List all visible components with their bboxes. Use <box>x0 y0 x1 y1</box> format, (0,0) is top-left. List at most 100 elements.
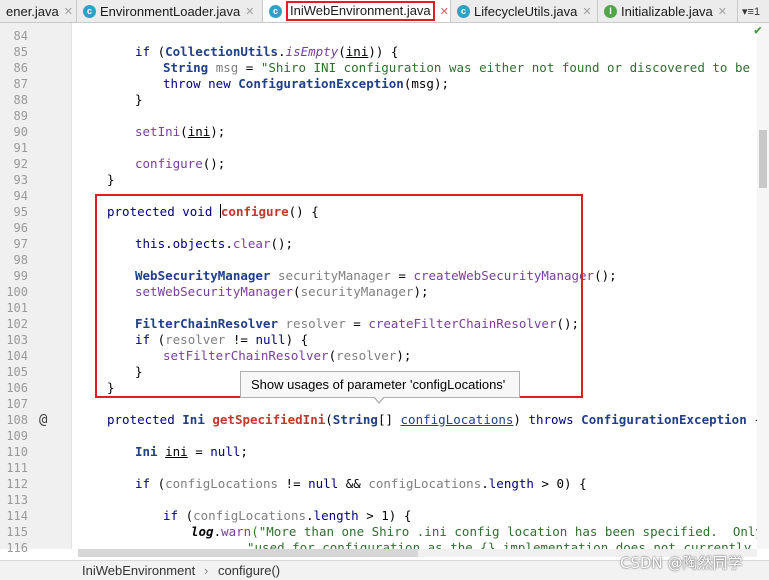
line-number: 108 <box>6 413 28 427</box>
log-field: log <box>191 524 214 539</box>
tab-initializable[interactable]: I Initializable.java ✕ <box>598 0 738 22</box>
code-editor[interactable]: if (CollectionUtils.isEmpty(ini)) { Stri… <box>72 23 757 549</box>
breadcrumb-method[interactable]: configure() <box>218 563 280 578</box>
line-number: 96 <box>13 221 28 235</box>
method-declaration: configure <box>220 204 289 219</box>
line-number: 109 <box>6 429 28 443</box>
tab-listener[interactable]: ener.java ✕ <box>0 0 77 22</box>
punct: = <box>238 60 261 75</box>
usages-tooltip[interactable]: Show usages of parameter 'configLocation… <box>240 371 520 398</box>
punct: ); <box>210 124 226 139</box>
code-line: FilterChainResolver resolver = createFil… <box>135 316 579 332</box>
implements-marker-icon[interactable]: @ <box>39 412 47 428</box>
method-name: configure <box>135 156 203 171</box>
line-number: 101 <box>6 301 28 315</box>
punct: [] <box>377 412 401 427</box>
method-declaration: getSpecifiedIni <box>212 412 326 427</box>
type-name: ConfigurationException <box>238 76 404 91</box>
punct: ); <box>413 284 429 299</box>
line-number: 107 <box>6 397 28 411</box>
line-number: 102 <box>6 317 28 331</box>
keyword: if <box>135 44 151 59</box>
line-number: 100 <box>6 285 28 299</box>
interface-icon: I <box>604 4 617 18</box>
variable: securityManager <box>300 284 414 299</box>
code-line: String msg = "Shiro INI configuration wa… <box>163 60 757 76</box>
code-line: configure(); <box>135 156 225 172</box>
variable: msg <box>215 60 239 75</box>
punct: ( <box>293 284 301 299</box>
code-line: protected Ini getSpecifiedIni(String[] c… <box>107 412 757 428</box>
code-line: } <box>135 364 143 379</box>
variable: resolver <box>285 316 346 331</box>
method-name: setWebSecurityManager <box>135 284 294 299</box>
line-number: 98 <box>13 253 28 267</box>
line-number: 85 <box>13 45 28 59</box>
tab-label: EnvironmentLoader.java <box>100 3 241 19</box>
class-icon: c <box>83 4 96 18</box>
punct: ( <box>338 44 346 59</box>
code-line: } <box>107 380 115 395</box>
punct: . <box>481 476 489 491</box>
punct: (msg); <box>403 76 449 91</box>
keyword: this <box>135 236 166 251</box>
variable: configLocations <box>165 476 279 491</box>
punct: (); <box>594 268 617 283</box>
keyword: if <box>163 508 179 523</box>
type-name: String <box>332 412 378 427</box>
code-line: Ini ini = null; <box>135 444 248 460</box>
code-line: protected void configure() { <box>107 204 319 220</box>
line-number: 104 <box>6 349 28 363</box>
code-line: this.objects.clear(); <box>135 236 293 252</box>
type-name: String <box>163 60 209 75</box>
code-line: setIni(ini); <box>135 124 225 140</box>
type-name: Ini <box>135 444 158 459</box>
punct: ( <box>150 476 166 491</box>
keyword: throws <box>528 412 582 427</box>
line-number: 95 <box>13 205 28 219</box>
no-errors-check-icon[interactable]: ✔ <box>754 23 762 38</box>
punct: )) { <box>368 44 399 59</box>
tab-list-menu-button[interactable]: ▾≡1 <box>738 0 764 22</box>
line-number: 92 <box>13 157 28 171</box>
line-number: 106 <box>6 381 28 395</box>
code-line: log.warn("More than one Shiro .ini confi… <box>191 524 757 540</box>
vertical-scrollbar-thumb[interactable] <box>759 130 767 188</box>
close-icon[interactable]: ✕ <box>440 5 449 18</box>
line-number: 93 <box>13 173 28 187</box>
line-number: 110 <box>6 445 28 459</box>
punct: != <box>225 332 256 347</box>
line-number: 89 <box>13 109 28 123</box>
close-icon[interactable]: ✕ <box>582 5 591 18</box>
code-line: } <box>107 172 115 187</box>
punct: . <box>165 236 173 251</box>
type-name: Ini <box>182 412 205 427</box>
string-literal: "Shiro INI configuration was either not … <box>260 60 751 75</box>
tab-ini-web-environment[interactable]: c IniWebEnvironment.java ✕ <box>263 0 451 22</box>
variable: ini <box>165 444 188 459</box>
close-icon[interactable]: ✕ <box>718 5 727 18</box>
tab-lifecycle-utils[interactable]: c LifecycleUtils.java ✕ <box>451 0 598 22</box>
line-number: 94 <box>13 189 28 203</box>
punct: ) <box>513 412 529 427</box>
parameter-link[interactable]: configLocations <box>401 412 514 427</box>
punct: ( <box>180 124 188 139</box>
punct: { <box>747 412 757 427</box>
punct: . <box>225 236 233 251</box>
breadcrumb-class[interactable]: IniWebEnvironment <box>82 563 195 578</box>
variable: securityManager <box>278 268 391 283</box>
punct: . <box>306 508 314 523</box>
line-number: 91 <box>13 141 28 155</box>
code-line: throw new ConfigurationException(msg); <box>163 76 449 92</box>
tab-environment-loader[interactable]: c EnvironmentLoader.java ✕ <box>77 0 263 22</box>
close-icon[interactable]: ✕ <box>64 5 73 18</box>
class-icon: c <box>457 4 470 18</box>
punct: () { <box>288 204 319 219</box>
horizontal-scrollbar-thumb[interactable] <box>78 549 418 557</box>
method-name: warn <box>221 524 252 539</box>
code-line: if (resolver != null) { <box>135 332 308 348</box>
close-icon[interactable]: ✕ <box>245 5 254 18</box>
punct: (); <box>270 236 294 251</box>
punct: . <box>213 524 222 539</box>
tooltip-arrow-inner <box>374 396 384 402</box>
